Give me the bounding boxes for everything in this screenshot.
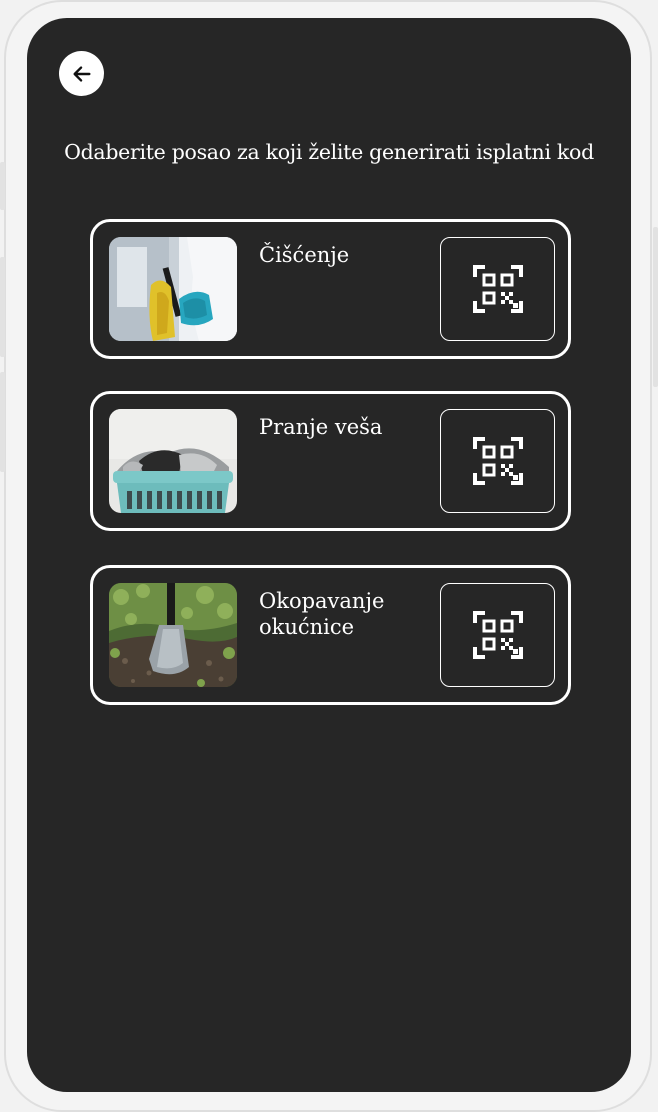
laundry-basket-photo <box>109 409 237 513</box>
generate-qr-button[interactable] <box>440 583 555 687</box>
generate-qr-button[interactable] <box>440 237 555 341</box>
cleaning-photo <box>109 237 237 341</box>
phone-side-button <box>0 372 5 472</box>
back-button[interactable] <box>59 51 104 96</box>
arrow-left-icon <box>72 65 91 82</box>
qr-code-icon <box>472 265 523 313</box>
phone-side-button <box>653 227 658 387</box>
app-screen: Odaberite posao za koji želite generirat… <box>27 18 631 1092</box>
page-title: Odaberite posao za koji želite generirat… <box>64 140 594 164</box>
job-list: Čišćenje Pranje veša Okopavanje okućnice <box>90 219 571 737</box>
qr-code-icon <box>472 437 523 485</box>
shovel-garden-photo <box>109 583 237 687</box>
generate-qr-button[interactable] <box>440 409 555 513</box>
qr-code-icon <box>472 611 523 659</box>
job-label: Okopavanje okućnice <box>259 589 385 639</box>
job-label: Čišćenje <box>259 243 350 267</box>
phone-side-button <box>0 257 5 357</box>
job-card-laundry[interactable]: Pranje veša <box>90 391 571 531</box>
job-card-garden[interactable]: Okopavanje okućnice <box>90 565 571 705</box>
job-card-cleaning[interactable]: Čišćenje <box>90 219 571 359</box>
job-label: Pranje veša <box>259 415 383 439</box>
phone-side-button <box>0 162 5 210</box>
